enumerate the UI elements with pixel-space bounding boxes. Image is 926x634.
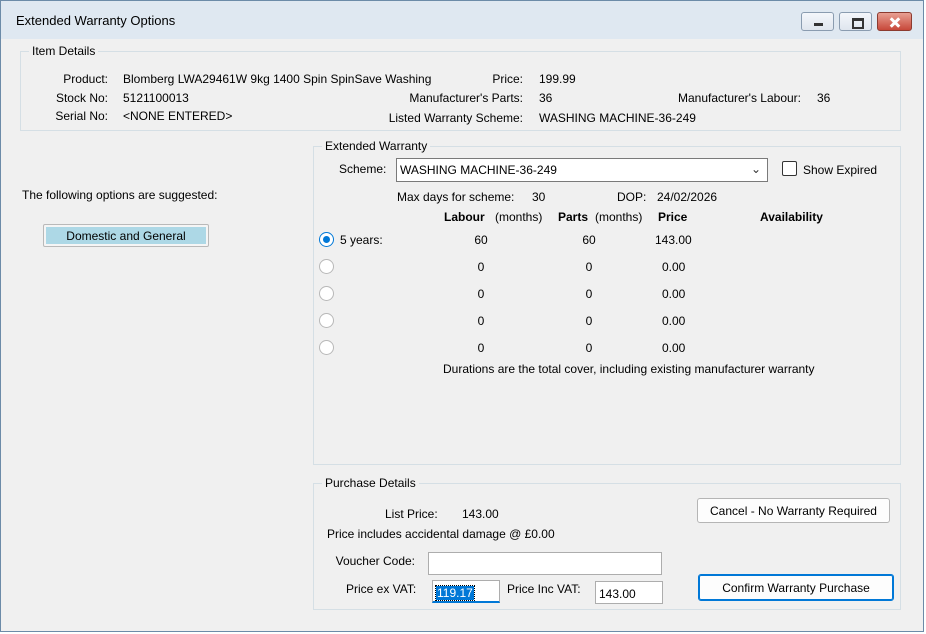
product-label: Product: [63,72,108,86]
price-ex-vat-label: Price ex VAT: [346,582,417,596]
mfr-labour-label: Manufacturer's Labour: [677,91,801,105]
provider-domestic-and-general-button[interactable]: Domestic and General [43,224,209,247]
option-parts: 0 [585,260,593,274]
option-radio-4[interactable] [319,313,334,328]
option-radio-3[interactable] [319,286,334,301]
option-labour: 60 [474,233,488,247]
confirm-warranty-purchase-button[interactable]: Confirm Warranty Purchase [698,574,894,601]
header-parts: Parts [558,210,589,224]
mfr-parts-value: 36 [539,91,553,105]
option-price: 0.00 [662,314,686,328]
extended-warranty-window: Extended Warranty Options Item Details P… [0,0,924,632]
option-price: 0.00 [662,260,686,274]
show-expired-checkbox[interactable] [782,161,797,176]
option-parts: 0 [585,341,593,355]
show-expired-label[interactable]: Show Expired [803,163,877,177]
dop-label: DOP: [617,190,647,204]
list-price-label: List Price: [385,507,438,521]
chevron-down-icon[interactable]: ⌄ [751,162,761,176]
scheme-select[interactable]: WASHING MACHINE-36-249 ⌄ [396,158,768,182]
option-parts: 0 [585,287,593,301]
option-parts: 60 [582,233,596,247]
minimize-button[interactable] [801,12,834,31]
list-price-value: 143.00 [462,507,499,521]
voucher-code-input[interactable] [428,552,662,575]
price-inc-vat-value: 143.00 [599,587,636,601]
option-labour: 0 [477,287,485,301]
option-labour: 0 [477,341,485,355]
voucher-code-label: Voucher Code: [335,554,415,568]
header-labour-unit: (months) [495,210,543,224]
scheme-select-value: WASHING MACHINE-36-249 [400,163,557,177]
minimize-icon [802,13,833,30]
option-label: 5 years: [340,233,383,247]
price-inc-vat-input[interactable]: 143.00 [595,581,663,604]
purchase-details-legend: Purchase Details [325,476,416,490]
close-button[interactable] [877,12,912,31]
stock-no-value: 5121100013 [123,91,189,105]
header-price: Price [658,210,688,224]
option-radio-1[interactable] [319,232,334,247]
option-radio-5[interactable] [319,340,334,355]
option-price: 0.00 [662,287,686,301]
serial-no-value: <NONE ENTERED> [123,109,233,123]
window-title: Extended Warranty Options [16,13,176,28]
title-bar[interactable]: Extended Warranty Options [1,1,923,39]
header-availability: Availability [760,210,823,224]
price-ex-vat-input[interactable]: 119.17 [432,580,500,603]
accidental-damage-text: Price includes accidental damage @ £0.00 [327,527,555,541]
cancel-no-warranty-button[interactable]: Cancel - No Warranty Required [697,498,890,523]
item-details-legend: Item Details [32,44,96,58]
maximize-button[interactable] [839,12,872,31]
option-price: 143.00 [655,233,692,247]
maximize-icon [840,13,871,30]
price-inc-vat-label: Price Inc VAT: [507,582,581,596]
extended-warranty-legend: Extended Warranty [325,139,428,153]
close-icon [878,13,911,30]
max-days-label: Max days for scheme: [397,190,515,204]
duration-note: Durations are the total cover, including… [443,362,815,376]
price-value: 199.99 [539,72,576,86]
option-labour: 0 [477,314,485,328]
header-labour: Labour [444,210,485,224]
provider-button-label: Domestic and General [46,227,206,244]
stock-no-label: Stock No: [55,91,108,105]
listed-scheme-value: WASHING MACHINE-36-249 [539,111,696,125]
serial-no-label: Serial No: [55,109,108,123]
dop-value: 24/02/2026 [657,190,718,204]
extended-warranty-group: Extended Warranty [313,139,901,465]
mfr-parts-label: Manufacturer's Parts: [409,91,523,105]
suggestions-text: The following options are suggested: [22,188,218,202]
option-price: 0.00 [662,341,686,355]
scheme-label: Scheme: [339,162,387,176]
option-labour: 0 [477,260,485,274]
option-parts: 0 [585,314,593,328]
max-days-value: 30 [532,190,546,204]
price-label: Price: [492,72,523,86]
price-ex-vat-value: 119.17 [435,585,475,601]
header-parts-unit: (months) [595,210,643,224]
listed-scheme-label: Listed Warranty Scheme: [388,111,523,125]
option-radio-2[interactable] [319,259,334,274]
mfr-labour-value: 36 [817,91,831,105]
